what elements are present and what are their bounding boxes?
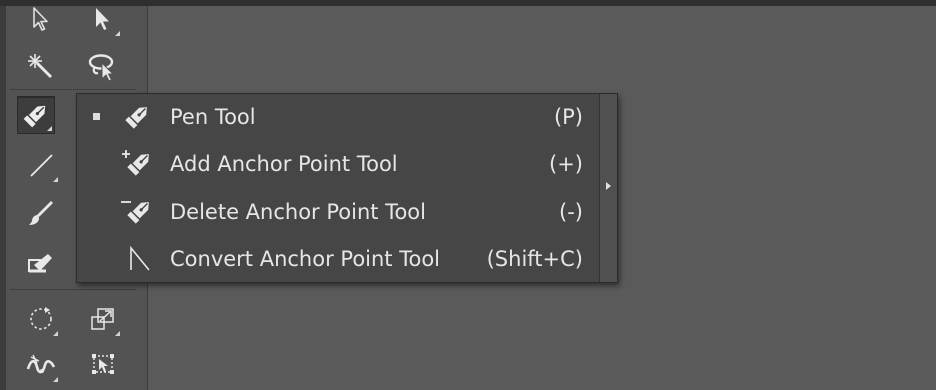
width-tool[interactable] bbox=[22, 346, 60, 384]
paintbrush-icon bbox=[27, 199, 55, 227]
magic-wand-tool[interactable] bbox=[22, 48, 60, 86]
selected-bullet bbox=[93, 113, 100, 120]
menu-item-label: Pen Tool bbox=[170, 105, 256, 129]
width-icon bbox=[25, 351, 57, 379]
direct-selection-arrow-icon bbox=[90, 6, 116, 32]
more-tools-indicator bbox=[47, 126, 52, 131]
tool-group-divider bbox=[10, 289, 136, 290]
menu-item-delete-anchor-point-tool[interactable]: Delete Anchor Point Tool (-) bbox=[77, 189, 599, 235]
more-tools-indicator bbox=[115, 31, 120, 36]
delete-anchor-point-icon bbox=[119, 195, 159, 229]
menu-item-shortcut: (Shift+C) bbox=[486, 247, 583, 271]
lasso-icon bbox=[87, 52, 119, 82]
convert-anchor-point-icon bbox=[119, 242, 159, 276]
menu-item-convert-anchor-point-tool[interactable]: Convert Anchor Point Tool (Shift+C) bbox=[77, 236, 599, 282]
shaper-tool[interactable] bbox=[22, 244, 60, 282]
more-tools-indicator bbox=[115, 331, 120, 336]
menu-item-pen-tool[interactable]: Pen Tool (P) bbox=[77, 94, 599, 140]
menu-item-label: Add Anchor Point Tool bbox=[170, 152, 398, 176]
chevron-right-icon bbox=[606, 182, 611, 190]
pen-tool-flyout-menu: Pen Tool (P) Add Anchor Point Tool (+) D… bbox=[76, 93, 618, 283]
menu-item-shortcut: (-) bbox=[559, 200, 583, 224]
free-transform-tool[interactable] bbox=[84, 346, 122, 384]
scale-tool[interactable] bbox=[84, 300, 122, 338]
magic-wand-icon bbox=[26, 52, 56, 82]
more-tools-indicator bbox=[53, 177, 58, 182]
shaper-icon bbox=[26, 249, 56, 277]
more-tools-indicator bbox=[53, 331, 58, 336]
menu-item-add-anchor-point-tool[interactable]: Add Anchor Point Tool (+) bbox=[77, 141, 599, 187]
scale-icon bbox=[88, 304, 118, 334]
rotate-tool[interactable] bbox=[22, 300, 60, 338]
flyout-expand-button[interactable] bbox=[599, 94, 617, 282]
tools-panel-edge bbox=[0, 6, 6, 390]
line-segment-tool[interactable] bbox=[22, 146, 60, 184]
selection-tool[interactable] bbox=[22, 0, 60, 38]
pen-icon bbox=[119, 100, 159, 134]
free-transform-icon bbox=[88, 351, 118, 379]
rotate-icon bbox=[26, 304, 56, 334]
paintbrush-tool[interactable] bbox=[22, 194, 60, 232]
selection-arrow-icon bbox=[28, 6, 54, 32]
more-tools-indicator bbox=[53, 377, 58, 382]
lasso-tool[interactable] bbox=[84, 48, 122, 86]
pen-tool[interactable] bbox=[17, 96, 55, 134]
tool-group-divider bbox=[10, 89, 136, 90]
flyout-items: Pen Tool (P) Add Anchor Point Tool (+) D… bbox=[77, 94, 599, 282]
direct-selection-tool[interactable] bbox=[84, 0, 122, 38]
menu-item-label: Delete Anchor Point Tool bbox=[170, 200, 426, 224]
menu-item-shortcut: (P) bbox=[553, 105, 583, 129]
add-anchor-point-icon bbox=[119, 147, 159, 181]
menu-item-label: Convert Anchor Point Tool bbox=[170, 247, 441, 271]
menu-item-shortcut: (+) bbox=[549, 152, 583, 176]
line-icon bbox=[27, 151, 55, 179]
